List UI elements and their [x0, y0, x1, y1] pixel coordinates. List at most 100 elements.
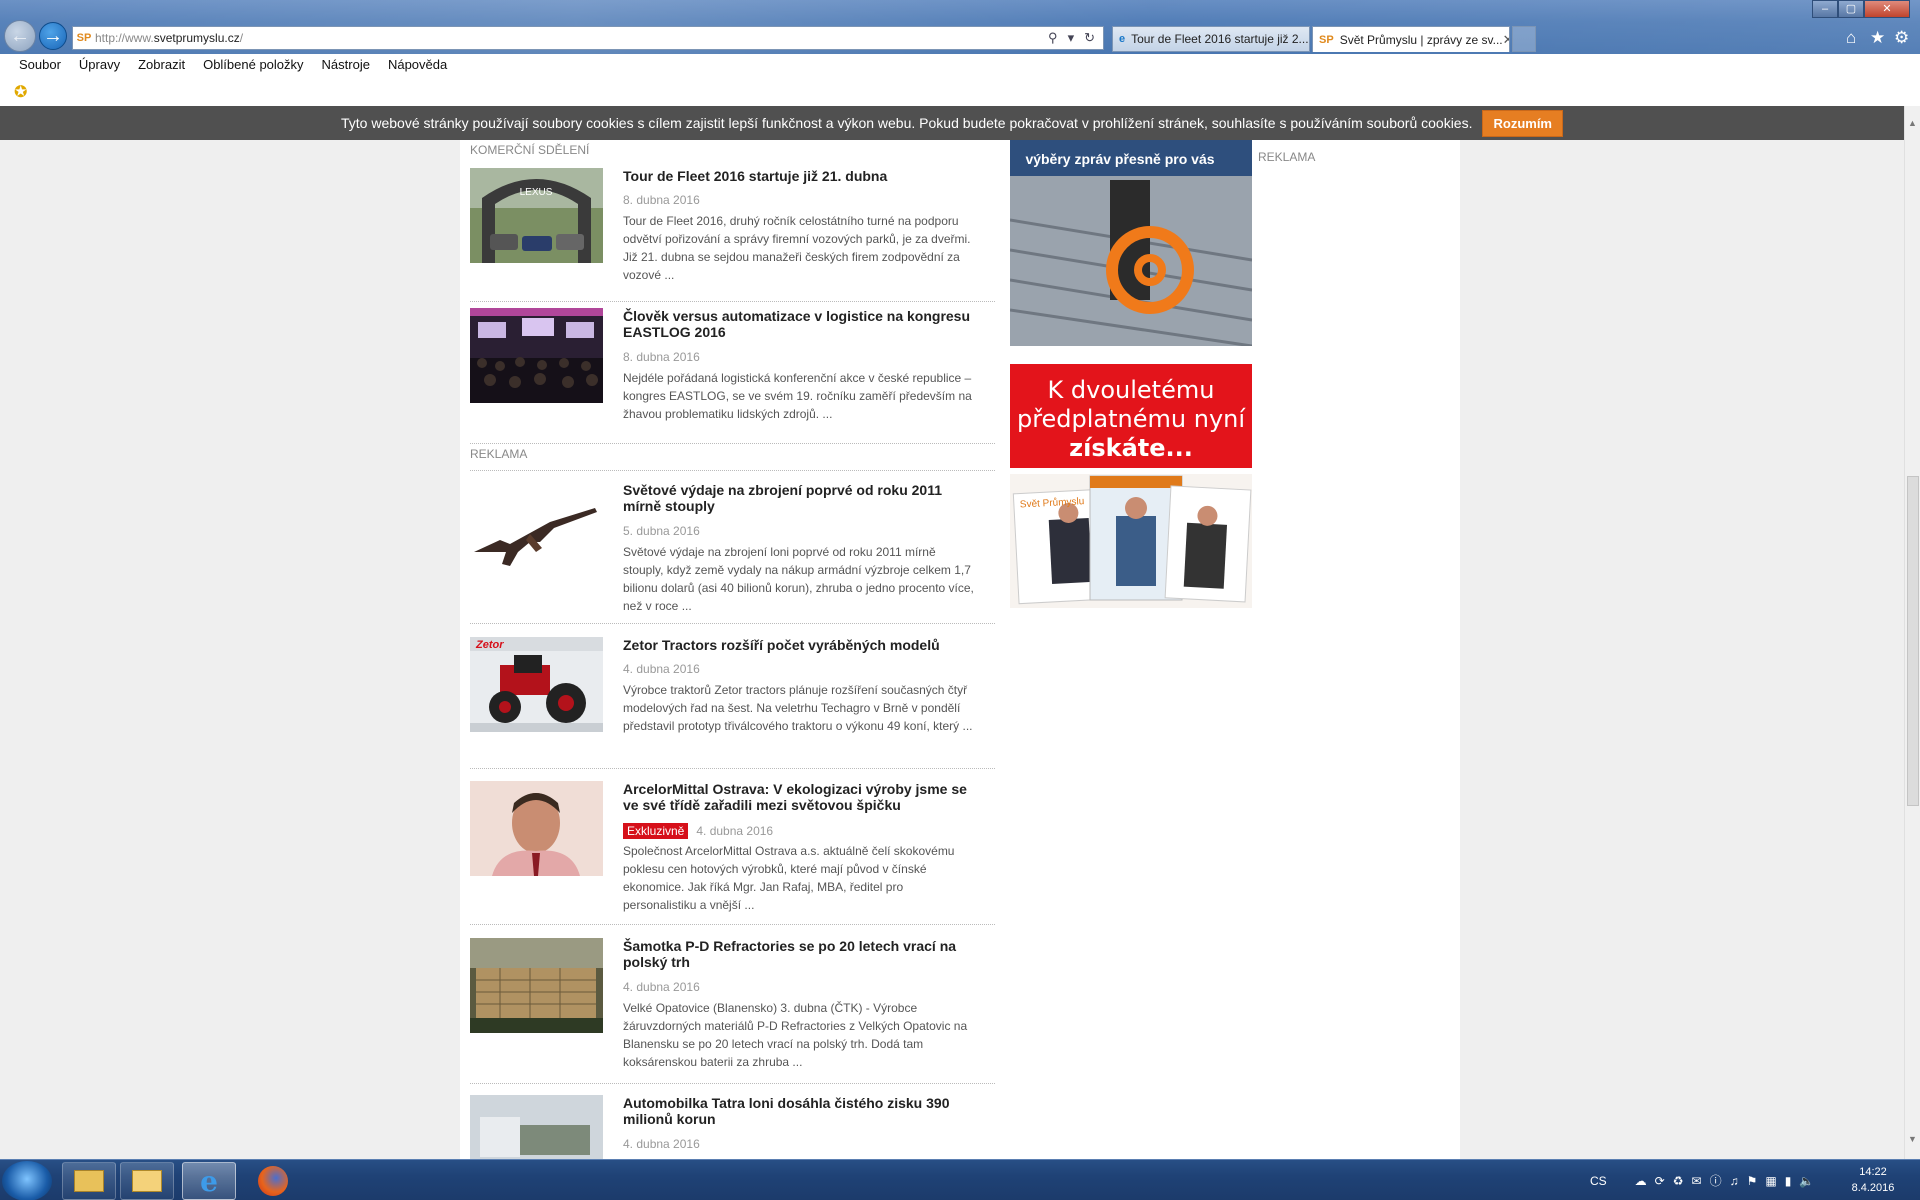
- forward-button[interactable]: →: [39, 22, 67, 50]
- article-item[interactable]: LEXUS Tour de Fleet 2016 startuje již 21…: [470, 168, 995, 302]
- refresh-icon[interactable]: ↻: [1084, 30, 1095, 46]
- menu-list: Soubor Úpravy Zobrazit Oblíbené položky …: [19, 57, 447, 72]
- article-title[interactable]: Člověk versus automatizace v logistice n…: [623, 308, 983, 340]
- ie-icon: e: [200, 1164, 218, 1198]
- language-indicator[interactable]: CS: [1590, 1174, 1607, 1188]
- mail-tray-icon[interactable]: ✉: [1692, 1174, 1702, 1188]
- article-meta: 4. dubna 2016: [623, 662, 700, 676]
- network-icon[interactable]: ▦: [1765, 1174, 1776, 1188]
- maximize-button[interactable]: ▢: [1838, 0, 1864, 18]
- section-label-commercial: KOMERČNÍ SDĚLENÍ: [470, 143, 590, 157]
- ad2-line3: získáte...: [1069, 434, 1193, 462]
- article-item[interactable]: Člověk versus automatizace v logistice n…: [470, 308, 995, 444]
- menu-nastroje[interactable]: Nástroje: [322, 57, 370, 72]
- page-viewport: KOMERČNÍ SDĚLENÍ LEXUS Tour de Fleet 201…: [0, 140, 1904, 1159]
- article-item[interactable]: Zetor Zetor Tractors rozšíří počet vyráb…: [470, 637, 995, 769]
- article-item[interactable]: Světové výdaje na zbrojení poprvé od rok…: [470, 482, 995, 624]
- article-title[interactable]: Tour de Fleet 2016 startuje již 21. dubn…: [623, 168, 983, 184]
- scrollbar-thumb[interactable]: [1907, 476, 1919, 806]
- back-button[interactable]: ←: [4, 20, 36, 52]
- new-tab-button[interactable]: [1512, 26, 1536, 52]
- article-meta: 8. dubna 2016: [623, 193, 700, 207]
- article-excerpt: Světové výdaje na zbrojení loni poprvé o…: [623, 545, 974, 613]
- article-thumbnail[interactable]: LEXUS: [470, 168, 603, 263]
- tab-svet-prumyslu[interactable]: SP Svět Průmyslu | zprávy ze sv... ✕: [1312, 26, 1510, 52]
- arrow-right-icon: →: [43, 24, 63, 47]
- article-title[interactable]: Světové výdaje na zbrojení poprvé od rok…: [623, 482, 983, 514]
- article-thumbnail[interactable]: [470, 938, 603, 1033]
- task-outlook[interactable]: [120, 1162, 174, 1200]
- speaker-muted-icon[interactable]: 🔈: [1799, 1174, 1814, 1188]
- info-icon[interactable]: ⓘ: [1710, 1172, 1722, 1189]
- ad-magazine-covers[interactable]: Svět Průmyslu: [1010, 474, 1252, 608]
- update-icon[interactable]: ⟳: [1655, 1174, 1665, 1188]
- ad-newsletter-banner[interactable]: výběry zpráv přesně pro vás: [1010, 140, 1252, 346]
- ad2-line2: předplatnému nyní: [1016, 405, 1246, 433]
- gear-icon[interactable]: ⚙: [1894, 28, 1909, 48]
- section-label-ad: REKLAMA: [470, 447, 528, 461]
- cookie-message: Tyto webové stránky používají soubory co…: [341, 115, 1473, 131]
- article-meta: 8. dubna 2016: [623, 350, 700, 364]
- article-thumbnail[interactable]: [470, 308, 603, 403]
- browser-titlebar: ← → SP http://www.svetprumyslu.cz/ ⚲ ▾ ↻…: [0, 0, 1920, 54]
- article-thumbnail[interactable]: [470, 482, 603, 577]
- article-date: 4. dubna 2016: [623, 1137, 700, 1151]
- menu-zobrazit[interactable]: Zobrazit: [138, 57, 185, 72]
- power-icon[interactable]: ▮: [1785, 1174, 1792, 1188]
- task-explorer[interactable]: [62, 1162, 116, 1200]
- article-thumbnail[interactable]: [470, 781, 603, 876]
- start-button[interactable]: [2, 1161, 52, 1200]
- article-title[interactable]: ArcelorMittal Ostrava: V ekologizaci výr…: [623, 781, 983, 813]
- article-excerpt: Tour de Fleet 2016, druhý ročník celostá…: [623, 214, 971, 282]
- task-firefox[interactable]: [246, 1162, 300, 1200]
- article-thumbnail[interactable]: Zetor: [470, 637, 603, 732]
- close-tab-icon[interactable]: ✕: [1503, 32, 1509, 48]
- home-icon[interactable]: ⌂: [1846, 28, 1856, 48]
- article-item[interactable]: Šamotka P-D Refractories se po 20 letech…: [470, 938, 995, 1084]
- ad-subscription-banner[interactable]: K dvouletému předplatnému nyní získáte..…: [1010, 364, 1252, 468]
- tab-tour-de-fleet[interactable]: e Tour de Fleet 2016 startuje již 2...: [1112, 26, 1310, 52]
- address-bar[interactable]: SP http://www.svetprumyslu.cz/ ⚲ ▾ ↻: [72, 26, 1104, 50]
- cookie-accept-button[interactable]: Rozumím: [1482, 109, 1563, 137]
- minimize-button[interactable]: –: [1812, 0, 1838, 18]
- site-favicon-icon: SP: [1319, 33, 1334, 46]
- volume-icon[interactable]: ♫: [1730, 1174, 1739, 1188]
- menu-upravy[interactable]: Úpravy: [79, 57, 120, 72]
- chevron-down-icon[interactable]: ▾: [1068, 30, 1075, 46]
- menu-soubor[interactable]: Soubor: [19, 57, 61, 72]
- cloud-icon[interactable]: ☁: [1635, 1174, 1647, 1188]
- article-title[interactable]: Automobilka Tatra loni dosáhla čistého z…: [623, 1095, 983, 1127]
- sync-icon[interactable]: ♻: [1673, 1174, 1684, 1188]
- menu-oblibene[interactable]: Oblíbené položky: [203, 57, 303, 72]
- article-excerpt: Nejdéle pořádaná logistická konferenční …: [623, 371, 972, 421]
- site-favicon-icon: SP: [76, 32, 92, 44]
- svg-text:Zetor: Zetor: [475, 639, 504, 651]
- flag-icon[interactable]: ⚑: [1747, 1174, 1758, 1188]
- close-window-button[interactable]: ✕: [1864, 0, 1910, 18]
- ad1-caption: výběry zpráv přesně pro vás: [1025, 151, 1214, 167]
- scroll-down-icon[interactable]: ▼: [1908, 1134, 1917, 1144]
- article-item[interactable]: Automobilka Tatra loni dosáhla čistého z…: [470, 1095, 995, 1159]
- add-favorites-icon[interactable]: ✪: [14, 82, 27, 102]
- address-url[interactable]: http://www.svetprumyslu.cz/: [95, 31, 1048, 45]
- article-excerpt: Společnost ArcelorMittal Ostrava a.s. ak…: [623, 844, 955, 912]
- menu-napoveda[interactable]: Nápověda: [388, 57, 447, 72]
- ie-page-icon: e: [1119, 33, 1126, 45]
- article-item[interactable]: ArcelorMittal Ostrava: V ekologizaci výr…: [470, 781, 995, 925]
- clock-time: 14:22: [1859, 1166, 1887, 1178]
- search-icon[interactable]: ⚲: [1048, 30, 1058, 46]
- ad2-line1: K dvouletému: [1047, 376, 1215, 404]
- task-internet-explorer[interactable]: e: [182, 1162, 236, 1200]
- content-column: KOMERČNÍ SDĚLENÍ LEXUS Tour de Fleet 201…: [460, 140, 1460, 1159]
- article-title[interactable]: Zetor Tractors rozšíří počet vyráběných …: [623, 637, 983, 653]
- tab-label: Svět Průmyslu | zprávy ze sv...: [1339, 32, 1503, 47]
- article-meta: Exkluzivně 4. dubna 2016: [623, 823, 773, 839]
- vertical-scrollbar[interactable]: ▲ ▼: [1904, 106, 1920, 1159]
- clock-date: 8.4.2016: [1851, 1182, 1895, 1194]
- favorites-star-icon[interactable]: ★: [1870, 28, 1885, 48]
- article-title[interactable]: Šamotka P-D Refractories se po 20 letech…: [623, 938, 983, 970]
- scroll-up-icon[interactable]: ▲: [1908, 118, 1917, 128]
- article-thumbnail[interactable]: [470, 1095, 603, 1159]
- tray-clock[interactable]: 14:22 8.4.2016: [1838, 1164, 1908, 1196]
- article-date: 8. dubna 2016: [623, 193, 700, 207]
